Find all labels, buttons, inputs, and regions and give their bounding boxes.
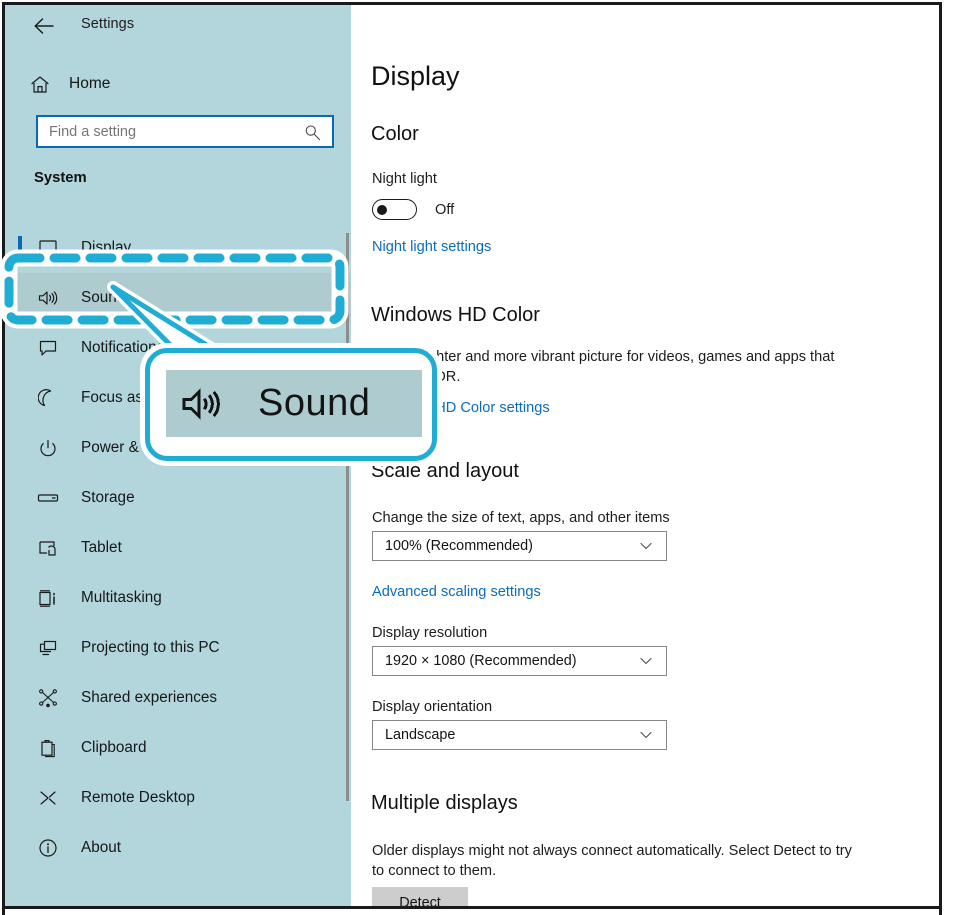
- search-input[interactable]: [49, 124, 299, 140]
- sidebar-item-notifications[interactable]: Notifications & actions: [5, 323, 351, 373]
- settings-sidebar: Settings Home System: [5, 5, 351, 906]
- night-light-settings-link[interactable]: Night light settings: [372, 239, 491, 255]
- multitasking-icon: [33, 589, 63, 608]
- window-frame-right: [939, 2, 942, 915]
- sidebar-item-power-sleep[interactable]: Power & sleep: [5, 423, 351, 473]
- hd-color-settings-link[interactable]: Windows HD Color settings: [372, 400, 550, 416]
- tablet-icon: [33, 539, 63, 558]
- section-heading-color: Color: [371, 123, 419, 146]
- section-heading-multiple-displays: Multiple displays: [371, 792, 518, 815]
- chevron-down-icon: [638, 653, 654, 674]
- speaker-icon: [33, 289, 63, 307]
- clipboard-icon: [33, 739, 63, 758]
- resolution-dropdown[interactable]: 1920 × 1080 (Recommended): [372, 646, 667, 676]
- sidebar-item-tablet[interactable]: Tablet: [5, 523, 351, 573]
- sidebar-item-label: Shared experiences: [81, 689, 217, 707]
- sidebar-item-label: Power & sleep: [81, 439, 180, 457]
- hd-color-description: Get a brighter and more vibrant picture …: [372, 347, 852, 387]
- sidebar-item-label: Sound: [81, 289, 125, 307]
- sidebar-item-home-label: Home: [69, 75, 110, 93]
- night-light-label: Night light: [372, 171, 437, 187]
- multiple-displays-description: Older displays might not always connect …: [372, 841, 852, 881]
- detect-button[interactable]: Detect: [372, 887, 468, 906]
- display-settings-pane: Display Color Night light Off Night ligh…: [351, 5, 939, 906]
- sidebar-item-label: Projecting to this PC: [81, 639, 220, 657]
- search-box[interactable]: [36, 115, 334, 148]
- chevron-down-icon: [638, 538, 654, 559]
- section-heading-scale-layout: Scale and layout: [371, 460, 519, 483]
- night-light-toggle[interactable]: [372, 199, 417, 220]
- sidebar-item-label: Remote Desktop: [81, 789, 195, 807]
- notification-icon: [33, 339, 63, 357]
- power-icon: [33, 439, 63, 458]
- sidebar-item-label: Multitasking: [81, 589, 162, 607]
- sidebar-item-label: Storage: [81, 489, 135, 507]
- sidebar-item-projecting[interactable]: Projecting to this PC: [5, 623, 351, 673]
- settings-window: Settings Home System: [0, 0, 958, 915]
- sidebar-item-label: Tablet: [81, 539, 122, 557]
- night-light-toggle-group: Off: [372, 199, 454, 220]
- sidebar-group-label: System: [34, 170, 87, 186]
- sidebar-item-label: Focus assist: [81, 389, 166, 407]
- orientation-dropdown-value: Landscape: [385, 727, 455, 743]
- project-icon: [33, 639, 63, 658]
- moon-icon: [33, 389, 63, 408]
- search-icon[interactable]: [304, 124, 321, 146]
- orientation-label: Display orientation: [372, 699, 492, 715]
- info-icon: [33, 838, 63, 858]
- sidebar-item-about[interactable]: About: [5, 823, 351, 873]
- section-heading-hd-color: Windows HD Color: [371, 304, 540, 327]
- sidebar-item-label: About: [81, 839, 121, 857]
- sidebar-item-focus-assist[interactable]: Focus assist: [5, 373, 351, 423]
- advanced-scaling-link[interactable]: Advanced scaling settings: [372, 584, 541, 600]
- sidebar-item-label: Display: [81, 239, 131, 257]
- app-title: Settings: [81, 16, 134, 32]
- page-title: Display: [371, 61, 460, 92]
- sidebar-titlebar: Settings: [5, 5, 351, 47]
- chevron-down-icon: [638, 727, 654, 748]
- window-frame-bottom: [2, 906, 942, 909]
- toggle-knob: [377, 205, 387, 215]
- sidebar-item-clipboard[interactable]: Clipboard: [5, 723, 351, 773]
- sidebar-item-label: Clipboard: [81, 739, 146, 757]
- night-light-state: Off: [435, 202, 454, 218]
- orientation-dropdown[interactable]: Landscape: [372, 720, 667, 750]
- back-arrow-icon[interactable]: [30, 13, 58, 39]
- resolution-label: Display resolution: [372, 625, 487, 641]
- sidebar-item-multitasking[interactable]: Multitasking: [5, 573, 351, 623]
- sidebar-item-sound[interactable]: Sound: [5, 273, 351, 323]
- sidebar-item-storage[interactable]: Storage: [5, 473, 351, 523]
- drive-icon: [33, 491, 63, 505]
- share-icon: [33, 689, 63, 708]
- sidebar-item-shared-experiences[interactable]: Shared experiences: [5, 673, 351, 723]
- remote-desktop-icon: [33, 789, 63, 807]
- sidebar-scrollbar[interactable]: [346, 233, 349, 801]
- monitor-icon: [33, 239, 63, 257]
- resolution-dropdown-value: 1920 × 1080 (Recommended): [385, 653, 577, 669]
- sidebar-item-home[interactable]: Home: [5, 67, 351, 101]
- scale-dropdown-value: 100% (Recommended): [385, 538, 533, 554]
- home-icon: [17, 75, 63, 94]
- sidebar-item-label: Notifications & actions: [81, 339, 232, 357]
- scale-dropdown[interactable]: 100% (Recommended): [372, 531, 667, 561]
- sidebar-nav-list: Display Sound: [5, 223, 351, 873]
- sidebar-item-remote-desktop[interactable]: Remote Desktop: [5, 773, 351, 823]
- sidebar-item-display[interactable]: Display: [5, 223, 351, 273]
- scale-label: Change the size of text, apps, and other…: [372, 510, 670, 526]
